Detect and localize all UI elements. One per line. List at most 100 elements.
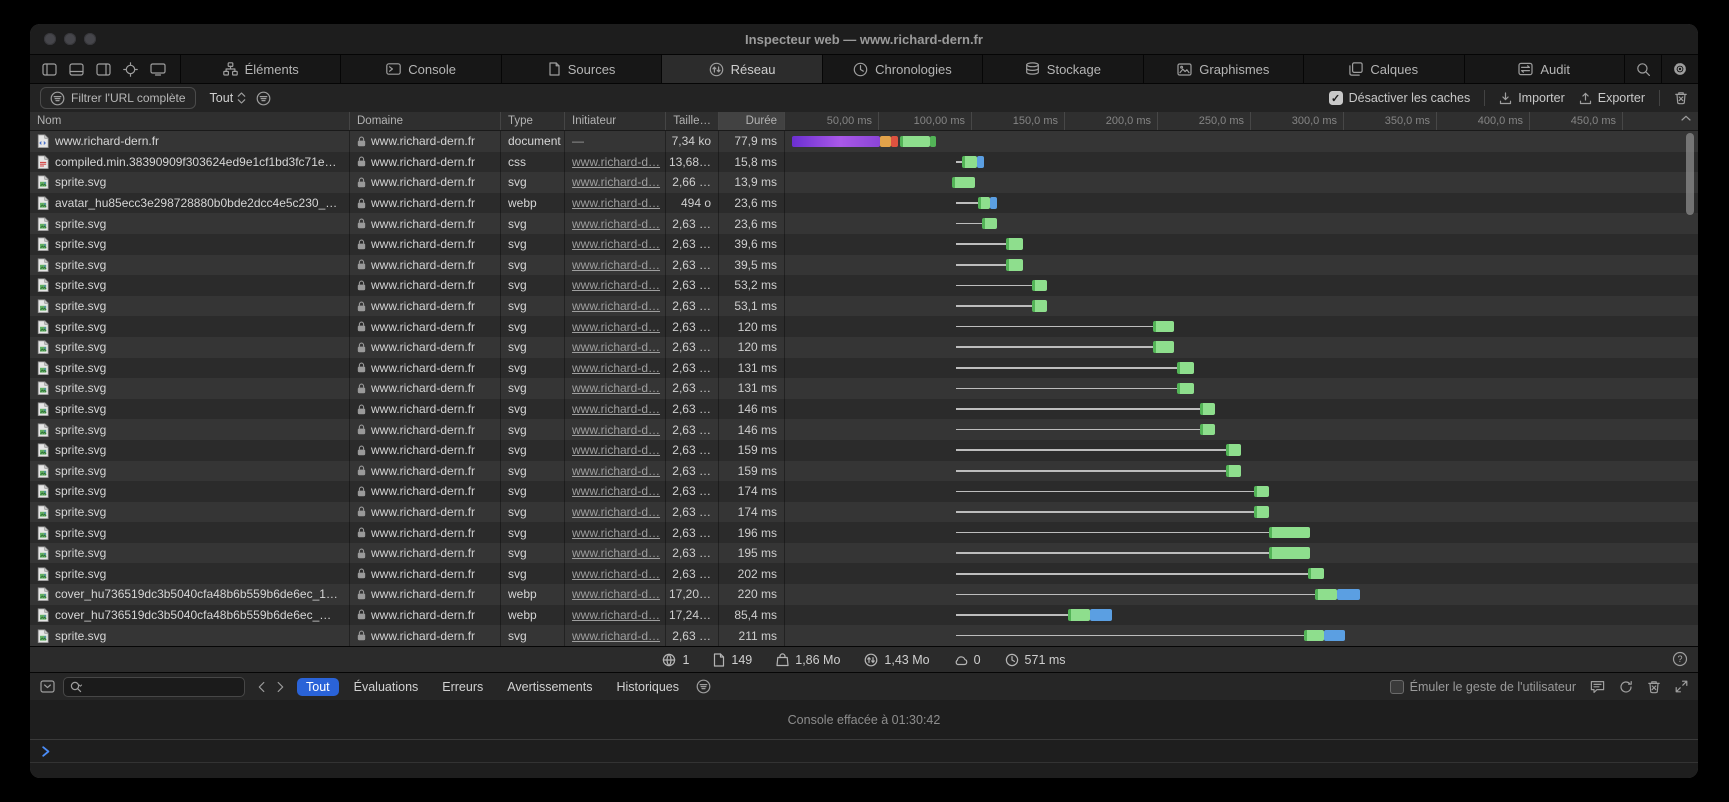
initiator-link[interactable]: www.richard-d… — [572, 237, 660, 251]
chevron-up-icon[interactable] — [1681, 115, 1691, 121]
resource-type-dropdown[interactable]: Tout — [210, 91, 247, 105]
console-messages-icon[interactable] — [1590, 680, 1605, 694]
next-result-button[interactable] — [276, 681, 285, 693]
tab-console[interactable]: Console — [340, 55, 500, 83]
initiator-link[interactable]: www.richard-d… — [572, 217, 660, 231]
table-row[interactable]: sprite.svgwww.richard-dern.frsvgwww.rich… — [30, 502, 1698, 523]
table-row[interactable]: sprite.svgwww.richard-dern.frsvgwww.rich… — [30, 275, 1698, 296]
console-filter-tout[interactable]: Tout — [297, 678, 339, 696]
table-row[interactable]: sprite.svgwww.richard-dern.frsvgwww.rich… — [30, 316, 1698, 337]
initiator-link[interactable]: www.richard-d… — [572, 484, 660, 498]
initiator-link[interactable]: www.richard-d… — [572, 196, 660, 210]
dock-right-icon[interactable] — [96, 63, 111, 76]
table-row[interactable]: sprite.svgwww.richard-dern.frsvgwww.rich… — [30, 522, 1698, 543]
console-filter-historiques[interactable]: Historiques — [607, 678, 688, 696]
minimize-window-button[interactable] — [64, 33, 76, 45]
initiator-link[interactable]: www.richard-d… — [572, 320, 660, 334]
inspect-element-icon[interactable] — [123, 62, 138, 77]
column-header-duree[interactable]: Durée — [719, 112, 785, 130]
initiator-link[interactable]: www.richard-d… — [572, 608, 660, 622]
column-header-nom[interactable]: Nom — [30, 112, 350, 130]
search-button[interactable] — [1624, 55, 1661, 83]
initiator-link[interactable]: www.richard-d… — [572, 175, 660, 189]
initiator-link[interactable]: www.richard-d… — [572, 423, 660, 437]
filter-url-button[interactable]: Filtrer l'URL complète — [40, 87, 196, 109]
initiator-link[interactable]: www.richard-d… — [572, 505, 660, 519]
console-filter-erreurs[interactable]: Erreurs — [433, 678, 492, 696]
trash-icon[interactable] — [1647, 680, 1661, 694]
table-row[interactable]: sprite.svgwww.richard-dern.frsvgwww.rich… — [30, 358, 1698, 379]
column-header-initiateur[interactable]: Initiateur — [565, 112, 666, 130]
table-row[interactable]: sprite.svgwww.richard-dern.frsvgwww.rich… — [30, 563, 1698, 584]
table-row[interactable]: sprite.svgwww.richard-dern.frsvgwww.rich… — [30, 440, 1698, 461]
initiator-link[interactable]: www.richard-d… — [572, 278, 660, 292]
dock-bottom-icon[interactable] — [69, 63, 84, 76]
initiator-link[interactable]: www.richard-d… — [572, 526, 660, 540]
device-icon[interactable] — [150, 63, 166, 76]
table-row[interactable]: sprite.svgwww.richard-dern.frsvgwww.rich… — [30, 481, 1698, 502]
console-prompt[interactable] — [30, 740, 1698, 763]
initiator-link[interactable]: www.richard-d… — [572, 381, 660, 395]
tab-sources[interactable]: Sources — [501, 55, 661, 83]
initiator-link[interactable]: www.richard-d… — [572, 258, 660, 272]
tab-elements[interactable]: Éléments — [180, 55, 340, 83]
tab-graphics[interactable]: Graphismes — [1143, 55, 1303, 83]
table-row[interactable]: sprite.svgwww.richard-dern.frsvgwww.rich… — [30, 625, 1698, 646]
table-row[interactable]: compiled.min.38390909f303624ed9e1cf1bd3f… — [30, 152, 1698, 173]
table-row[interactable]: sprite.svgwww.richard-dern.frsvgwww.rich… — [30, 213, 1698, 234]
table-row[interactable]: www.richard-dern.frwww.richard-dern.frdo… — [30, 131, 1698, 152]
tab-timelines[interactable]: Chronologies — [822, 55, 982, 83]
table-row[interactable]: sprite.svgwww.richard-dern.frsvgwww.rich… — [30, 172, 1698, 193]
previous-result-button[interactable] — [257, 681, 266, 693]
import-button[interactable]: Importer — [1499, 91, 1565, 105]
initiator-link[interactable]: www.richard-d… — [572, 155, 660, 169]
initiator-link[interactable]: www.richard-d… — [572, 443, 660, 457]
help-icon[interactable]: ? — [1672, 651, 1688, 667]
console-filter-évaluations[interactable]: Évaluations — [345, 678, 428, 696]
tab-network[interactable]: Réseau — [661, 55, 821, 83]
settings-button[interactable] — [1661, 55, 1698, 83]
column-header-domaine[interactable]: Domaine — [350, 112, 501, 130]
initiator-link[interactable]: www.richard-d… — [572, 299, 660, 313]
dock-left-icon[interactable] — [42, 63, 57, 76]
initiator-link[interactable]: www.richard-d… — [572, 340, 660, 354]
console-search-input[interactable] — [63, 677, 245, 697]
table-row[interactable]: sprite.svgwww.richard-dern.frsvgwww.rich… — [30, 399, 1698, 420]
disable-caches-checkbox[interactable]: ✓ Désactiver les caches — [1329, 91, 1471, 105]
tab-layers[interactable]: Calques — [1303, 55, 1463, 83]
console-filter-avertissements[interactable]: Avertissements — [498, 678, 601, 696]
console-drawer-icon[interactable] — [40, 680, 55, 693]
close-window-button[interactable] — [44, 33, 56, 45]
clear-network-items-icon[interactable] — [1674, 91, 1688, 105]
column-header-taille[interactable]: Taille… — [666, 112, 719, 130]
table-row[interactable]: sprite.svgwww.richard-dern.frsvgwww.rich… — [30, 378, 1698, 399]
table-row[interactable]: sprite.svgwww.richard-dern.frsvgwww.rich… — [30, 461, 1698, 482]
table-row[interactable]: sprite.svgwww.richard-dern.frsvgwww.rich… — [30, 255, 1698, 276]
table-row[interactable]: avatar_hu85ecc3e298728880b0bde2dcc4e5c23… — [30, 193, 1698, 214]
initiator-link[interactable]: www.richard-d… — [572, 587, 660, 601]
vertical-scrollbar-thumb[interactable] — [1686, 133, 1694, 215]
console-filter-icon[interactable] — [696, 679, 711, 694]
export-button[interactable]: Exporter — [1579, 91, 1645, 105]
tab-audit[interactable]: Audit — [1464, 55, 1624, 83]
initiator-link[interactable]: www.richard-d… — [572, 464, 660, 478]
table-row[interactable]: sprite.svgwww.richard-dern.frsvgwww.rich… — [30, 234, 1698, 255]
emulate-user-gesture-checkbox[interactable]: Émuler le geste de l'utilisateur — [1390, 680, 1576, 694]
table-row[interactable]: cover_hu736519dc3b5040cfa48b6b559b6de6ec… — [30, 584, 1698, 605]
column-header-type[interactable]: Type — [501, 112, 565, 130]
filter-options-icon[interactable] — [256, 91, 271, 106]
initiator-link[interactable]: www.richard-d… — [572, 629, 660, 643]
table-row[interactable]: sprite.svgwww.richard-dern.frsvgwww.rich… — [30, 337, 1698, 358]
tab-storage[interactable]: Stockage — [982, 55, 1142, 83]
table-row[interactable]: sprite.svgwww.richard-dern.frsvgwww.rich… — [30, 296, 1698, 317]
table-row[interactable]: sprite.svgwww.richard-dern.frsvgwww.rich… — [30, 419, 1698, 440]
initiator-link[interactable]: www.richard-d… — [572, 402, 660, 416]
expand-console-icon[interactable] — [1675, 680, 1688, 693]
initiator-link[interactable]: www.richard-d… — [572, 567, 660, 581]
table-row[interactable]: cover_hu736519dc3b5040cfa48b6b559b6de6ec… — [30, 605, 1698, 626]
initiator-link[interactable]: www.richard-d… — [572, 361, 660, 375]
zoom-window-button[interactable] — [84, 33, 96, 45]
table-row[interactable]: sprite.svgwww.richard-dern.frsvgwww.rich… — [30, 543, 1698, 564]
clear-console-icon[interactable] — [1619, 680, 1633, 694]
initiator-link[interactable]: www.richard-d… — [572, 546, 660, 560]
